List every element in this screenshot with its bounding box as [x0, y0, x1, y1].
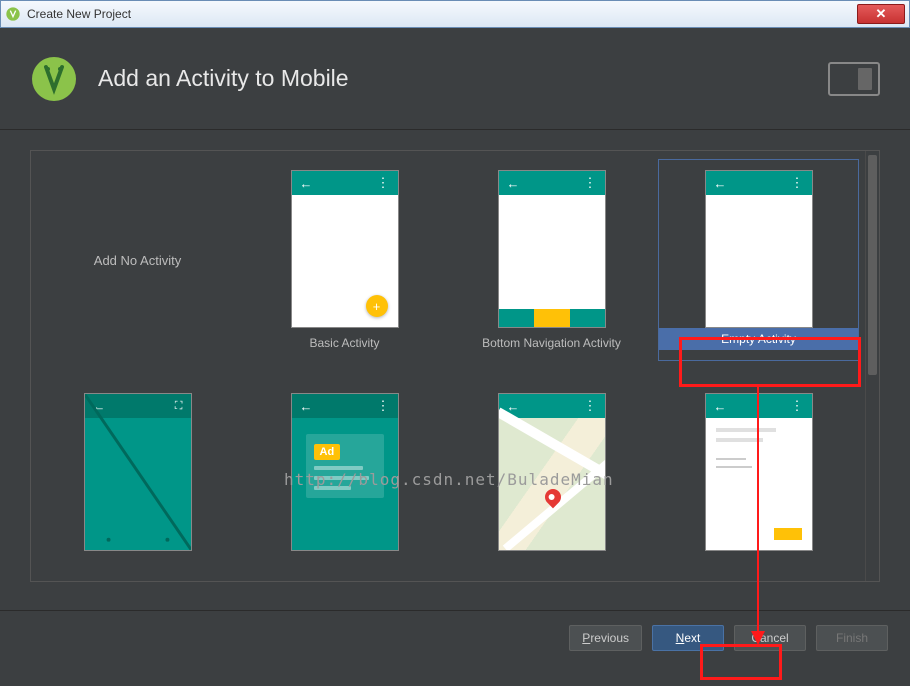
more-icon: ⋮: [584, 175, 597, 191]
page-title: Add an Activity to Mobile: [98, 65, 349, 92]
next-button[interactable]: Next: [652, 625, 724, 651]
more-icon: ⋮: [791, 175, 804, 191]
scrollbar-thumb[interactable]: [868, 155, 877, 375]
window-title: Create New Project: [27, 7, 131, 21]
ad-card-icon: Ad: [306, 434, 384, 498]
tile-label: Empty Activity: [659, 328, 858, 350]
back-arrow-icon: ←: [714, 176, 727, 191]
tile-thumb: ← ⋮: [498, 393, 606, 551]
previous-button[interactable]: Previous: [569, 625, 642, 651]
close-icon: ✕: [876, 6, 887, 22]
tile-label: Add No Activity: [94, 253, 181, 268]
detail-button-icon: [774, 528, 802, 540]
tile-thumb: ← ⋮: [705, 170, 813, 328]
tile-thumb: ← ⛶: [84, 393, 192, 551]
tile-fullscreen-activity[interactable]: ← ⛶: [37, 371, 238, 573]
gallery-scrollbar[interactable]: [865, 151, 879, 581]
back-arrow-icon: ←: [714, 399, 727, 414]
tile-basic-activity[interactable]: ← ⋮ + Basic Activity: [244, 159, 445, 361]
device-icon: [828, 62, 880, 96]
tile-thumb: ← ⋮: [705, 393, 813, 551]
tile-bottom-navigation-activity[interactable]: ← ⋮ Bottom Navigation Activity: [451, 159, 652, 361]
tile-label: Bottom Navigation Activity: [482, 336, 621, 350]
bottom-nav-icon: [499, 309, 605, 327]
detail-lines-icon: [716, 428, 802, 474]
wizard-header: Add an Activity to Mobile: [0, 28, 910, 130]
tile-empty-activity[interactable]: ← ⋮ Empty Activity: [658, 159, 859, 361]
tile-admob-activity[interactable]: ← ⋮ Ad: [244, 371, 445, 573]
map-preview-icon: [499, 418, 605, 550]
tile-maps-activity[interactable]: ← ⋮: [451, 371, 652, 573]
content-area: Add No Activity ← ⋮ + Basic Activity ← ⋮: [0, 130, 910, 610]
ad-badge: Ad: [314, 444, 341, 460]
back-arrow-icon: ←: [300, 176, 313, 191]
fab-icon: +: [366, 295, 388, 317]
more-icon: ⋮: [377, 175, 390, 191]
template-gallery: Add No Activity ← ⋮ + Basic Activity ← ⋮: [31, 151, 865, 581]
more-icon: ⋮: [377, 398, 390, 414]
gallery-container: Add No Activity ← ⋮ + Basic Activity ← ⋮: [30, 150, 880, 582]
tile-thumb: ← ⋮ +: [291, 170, 399, 328]
tile-thumb: ← ⋮ Ad: [291, 393, 399, 551]
back-arrow-icon: ←: [300, 399, 313, 414]
tile-add-no-activity[interactable]: Add No Activity: [37, 159, 238, 361]
wizard-footer: Previous Next Cancel Finish: [0, 610, 910, 664]
finish-button: Finish: [816, 625, 888, 651]
tile-detail-activity[interactable]: ← ⋮: [658, 371, 859, 573]
tile-thumb: ← ⋮: [498, 170, 606, 328]
app-icon: [5, 6, 21, 22]
more-icon: ⋮: [584, 398, 597, 414]
fullscreen-icon: ⛶: [175, 400, 183, 413]
tile-label: Basic Activity: [309, 336, 379, 350]
android-studio-logo: [30, 55, 78, 103]
titlebar: Create New Project ✕: [0, 0, 910, 28]
cancel-button[interactable]: Cancel: [734, 625, 806, 651]
window-close-button[interactable]: ✕: [857, 4, 905, 24]
back-arrow-icon: ←: [507, 176, 520, 191]
more-icon: ⋮: [791, 398, 804, 414]
back-arrow-icon: ←: [93, 399, 106, 414]
